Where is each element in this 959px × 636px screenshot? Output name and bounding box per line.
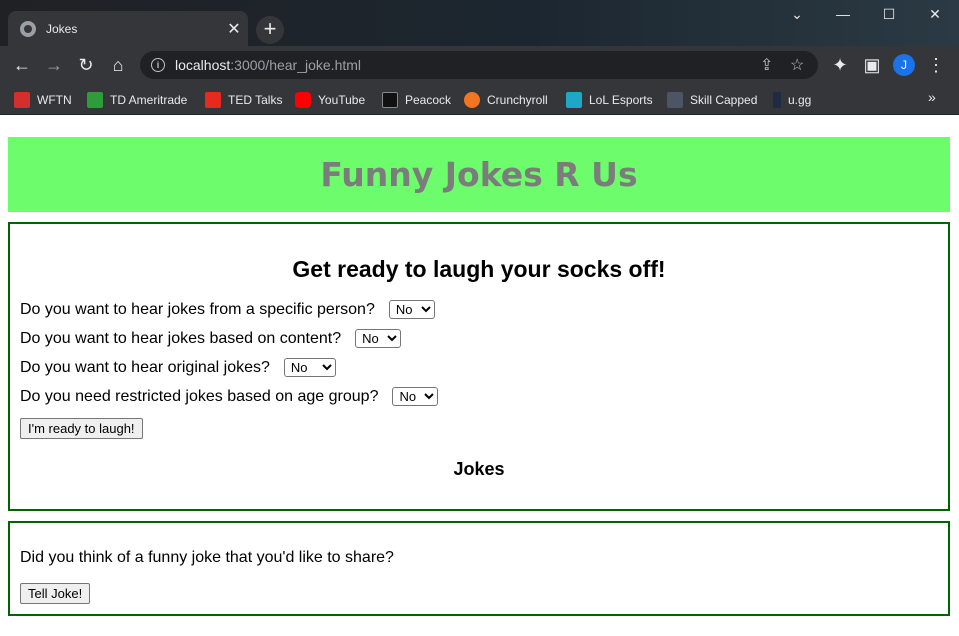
bookmark-wftn[interactable]: WFTN	[14, 90, 72, 110]
jokes-heading: Jokes	[453, 459, 505, 479]
share-icon[interactable]: ⇪	[760, 55, 773, 75]
question-original: Do you want to hear original jokes? No	[20, 358, 336, 377]
question-content: Do you want to hear jokes based on conte…	[20, 329, 402, 348]
extensions-puzzle-icon[interactable]: ✦	[829, 54, 851, 76]
globe-icon	[20, 20, 36, 37]
bookmark-star-icon[interactable]: ☆	[790, 55, 804, 75]
close-tab-icon[interactable]: ✕	[220, 19, 248, 39]
bookmark-lol-esports[interactable]: LoL Esports	[566, 90, 653, 110]
address-bar[interactable]: i localhost:3000/hear_joke.html ⇪ ☆	[140, 51, 818, 79]
bookmark-skill-capped[interactable]: Skill Capped	[667, 90, 757, 110]
joke-preferences-section: Get ready to laugh your socks off! Do yo…	[8, 222, 950, 511]
ready-to-laugh-button[interactable]: I'm ready to laugh!	[20, 418, 143, 439]
tab-search-chevron-icon[interactable]: ⌄	[782, 6, 812, 23]
specific-person-select[interactable]: No	[388, 300, 435, 319]
crunchyroll-icon	[464, 92, 480, 108]
tell-joke-button[interactable]: Tell Joke!	[20, 583, 91, 604]
site-title: Funny Jokes R Us	[320, 155, 638, 194]
skill-capped-icon	[667, 92, 683, 108]
side-panel-icon[interactable]: ▣	[861, 54, 883, 76]
new-tab-button[interactable]: +	[256, 16, 284, 44]
browser-tab-jokes[interactable]: Jokes ✕	[8, 11, 248, 46]
original-select[interactable]: No	[283, 358, 336, 377]
forward-arrow-icon[interactable]: →	[43, 54, 65, 76]
maximize-icon[interactable]: ☐	[874, 6, 904, 23]
site-info-icon[interactable]: i	[151, 58, 165, 72]
minimize-icon[interactable]: —	[828, 6, 858, 22]
content-select[interactable]: No	[355, 329, 402, 348]
bookmark-peacock[interactable]: Peacock	[382, 90, 451, 110]
back-arrow-icon[interactable]: ←	[11, 54, 33, 76]
ugg-icon	[773, 92, 781, 108]
bookmarks-overflow-icon[interactable]: »	[928, 89, 936, 105]
ted-icon	[205, 92, 221, 108]
reload-icon[interactable]: ↻	[75, 54, 97, 76]
td-ameritrade-icon	[87, 92, 103, 108]
lol-esports-icon	[566, 92, 582, 108]
question-age-group: Do you need restricted jokes based on ag…	[20, 387, 439, 406]
bookmark-td-ameritrade[interactable]: TD Ameritrade	[87, 90, 187, 110]
age-group-select[interactable]: No	[392, 387, 439, 406]
share-prompt: Did you think of a funny joke that you'd…	[20, 549, 394, 566]
question-specific-person: Do you want to hear jokes from a specifi…	[20, 300, 435, 319]
close-window-icon[interactable]: ✕	[920, 6, 950, 23]
browser-toolbar: ← → ↻ ⌂ i localhost:3000/hear_joke.html …	[0, 46, 959, 84]
tab-title: Jokes	[46, 21, 78, 36]
peacock-icon	[382, 92, 398, 108]
bookmark-ted-talks[interactable]: TED Talks	[205, 90, 282, 110]
menu-kebab-icon[interactable]: ⋮	[925, 54, 947, 76]
browser-titlebar: Jokes ✕ + ⌄ — ☐ ✕	[0, 0, 959, 46]
url-text: localhost:3000/hear_joke.html	[175, 57, 362, 73]
wftn-icon	[14, 92, 30, 108]
bookmarks-bar: WFTN TD Ameritrade TED Talks YouTube Pea…	[0, 84, 959, 115]
profile-avatar[interactable]: J	[893, 54, 915, 76]
page-content: Funny Jokes R Us Get ready to laugh your…	[0, 116, 959, 636]
intro-heading: Get ready to laugh your socks off!	[292, 256, 666, 282]
share-joke-section: Did you think of a funny joke that you'd…	[8, 521, 950, 616]
youtube-icon	[295, 92, 311, 108]
site-banner: Funny Jokes R Us	[8, 137, 950, 212]
bookmark-youtube[interactable]: YouTube	[295, 90, 365, 110]
home-icon[interactable]: ⌂	[107, 54, 129, 76]
bookmark-crunchyroll[interactable]: Crunchyroll	[464, 90, 548, 110]
bookmark-ugg[interactable]: u.gg	[773, 90, 811, 110]
